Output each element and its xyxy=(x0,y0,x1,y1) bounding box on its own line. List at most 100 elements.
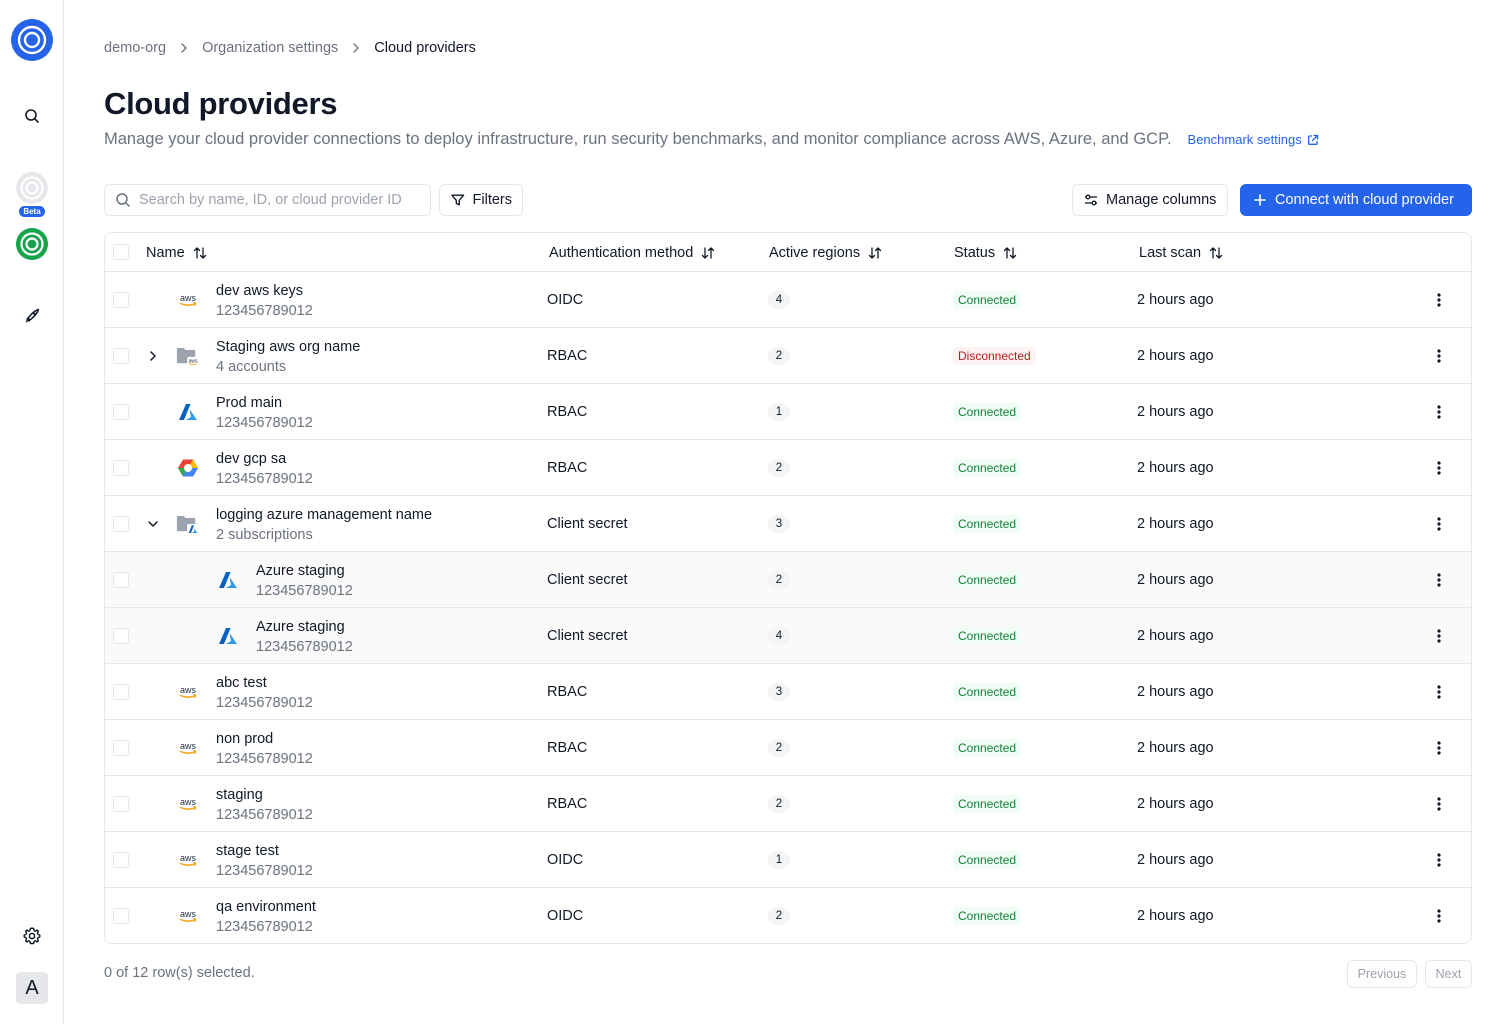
status-badge: Connected xyxy=(953,403,1022,421)
row-name: Prod main xyxy=(216,395,283,411)
external-link-icon xyxy=(1307,134,1318,145)
row-regions-badge: 2 xyxy=(768,795,790,813)
azure-org-icon xyxy=(176,512,200,536)
row-last-scan: 2 hours ago xyxy=(1137,572,1214,588)
column-header-name[interactable]: Name xyxy=(146,233,207,272)
rocket-icon[interactable] xyxy=(12,296,52,336)
search-field[interactable] xyxy=(104,184,431,216)
row-actions-button[interactable] xyxy=(1427,400,1451,424)
table-row[interactable]: Azure staging 123456789012 Client secret… xyxy=(105,552,1471,608)
row-regions-badge: 2 xyxy=(768,571,790,589)
row-last-scan: 2 hours ago xyxy=(1137,404,1214,420)
manage-columns-button[interactable]: Manage columns xyxy=(1072,184,1228,216)
row-name-cell: dev gcp sa 123456789012 xyxy=(216,449,313,489)
table-row[interactable]: Prod main 123456789012 RBAC 1 Connected … xyxy=(105,384,1471,440)
benchmark-settings-link[interactable]: Benchmark settings xyxy=(1188,132,1319,147)
row-actions-button[interactable] xyxy=(1427,848,1451,872)
app-icon[interactable] xyxy=(12,168,52,208)
row-regions-badge: 2 xyxy=(768,347,790,365)
search-input[interactable] xyxy=(139,192,419,208)
row-actions-button[interactable] xyxy=(1427,624,1451,648)
row-actions-button[interactable] xyxy=(1427,792,1451,816)
app-icon[interactable] xyxy=(12,224,52,264)
select-all-checkbox[interactable] xyxy=(113,244,129,260)
connect-cloud-provider-button[interactable]: Connect with cloud provider xyxy=(1240,184,1472,216)
row-auth-method: OIDC xyxy=(547,908,584,924)
row-checkbox[interactable] xyxy=(113,852,129,868)
row-subtitle: 123456789012 xyxy=(256,639,353,655)
row-checkbox[interactable] xyxy=(113,572,129,588)
row-name-cell: qa environment 123456789012 xyxy=(216,897,316,937)
row-checkbox[interactable] xyxy=(113,348,129,364)
row-actions-button[interactable] xyxy=(1427,344,1451,368)
row-subtitle: 123456789012 xyxy=(216,695,313,711)
table-row[interactable]: logging azure management name 2 subscrip… xyxy=(105,496,1471,552)
column-header-status[interactable]: Status xyxy=(954,233,1017,272)
table-row[interactable]: aws stage test 123456789012 OIDC 1 Conne… xyxy=(105,832,1471,888)
table-row[interactable]: aws dev aws keys 123456789012 OIDC 4 Con… xyxy=(105,272,1471,328)
row-actions-button[interactable] xyxy=(1427,736,1451,760)
row-checkbox[interactable] xyxy=(113,908,129,924)
row-name: non prod xyxy=(216,731,274,747)
previous-page-button[interactable]: Previous xyxy=(1347,960,1417,988)
row-checkbox[interactable] xyxy=(113,460,129,476)
table-row[interactable]: aws non prod 123456789012 RBAC 2 Connect… xyxy=(105,720,1471,776)
row-last-scan: 2 hours ago xyxy=(1137,852,1214,868)
chevron-right-icon xyxy=(338,42,374,54)
more-vertical-icon xyxy=(1437,797,1441,811)
more-vertical-icon xyxy=(1437,909,1441,923)
row-actions-button[interactable] xyxy=(1427,456,1451,480)
search-icon[interactable] xyxy=(12,96,52,136)
row-regions-badge: 3 xyxy=(768,515,790,533)
breadcrumb-org-settings[interactable]: Organization settings xyxy=(202,40,338,56)
column-header-auth[interactable]: Authentication method xyxy=(549,233,715,272)
row-auth-method: OIDC xyxy=(547,852,584,868)
aws-icon: aws xyxy=(176,848,200,872)
table-row[interactable]: aws qa environment 123456789012 OIDC 2 C… xyxy=(105,888,1471,943)
next-page-button[interactable]: Next xyxy=(1425,960,1472,988)
aws-icon: aws xyxy=(176,736,200,760)
breadcrumb-org[interactable]: demo-org xyxy=(104,40,166,56)
row-checkbox[interactable] xyxy=(113,796,129,812)
column-header-regions[interactable]: Active regions xyxy=(769,233,882,272)
row-last-scan: 2 hours ago xyxy=(1137,796,1214,812)
column-header-label: Active regions xyxy=(769,244,861,261)
avatar[interactable]: A xyxy=(16,972,48,1004)
row-name: stage test xyxy=(216,843,279,859)
table-row[interactable]: aws staging 123456789012 RBAC 2 Connecte… xyxy=(105,776,1471,832)
row-checkbox[interactable] xyxy=(113,628,129,644)
row-actions-button[interactable] xyxy=(1427,512,1451,536)
table-row[interactable]: aws Staging aws org name 4 accounts RBAC… xyxy=(105,328,1471,384)
row-name: Azure staging xyxy=(256,619,345,635)
row-checkbox[interactable] xyxy=(113,292,129,308)
status-badge: Connected xyxy=(953,683,1022,701)
row-last-scan: 2 hours ago xyxy=(1137,684,1214,700)
more-vertical-icon xyxy=(1437,629,1441,643)
column-header-last-scan[interactable]: Last scan xyxy=(1139,233,1223,272)
table-row[interactable]: aws abc test 123456789012 RBAC 3 Connect… xyxy=(105,664,1471,720)
filters-label: Filters xyxy=(472,192,512,208)
more-vertical-icon xyxy=(1437,741,1441,755)
row-checkbox[interactable] xyxy=(113,740,129,756)
gear-icon[interactable] xyxy=(12,916,52,956)
row-actions-button[interactable] xyxy=(1427,568,1451,592)
more-vertical-icon xyxy=(1437,853,1441,867)
table-row[interactable]: Azure staging 123456789012 Client secret… xyxy=(105,608,1471,664)
row-checkbox[interactable] xyxy=(113,404,129,420)
expand-row-button[interactable] xyxy=(145,346,161,366)
row-actions-button[interactable] xyxy=(1427,288,1451,312)
sort-icon xyxy=(1003,246,1017,259)
column-header-label: Status xyxy=(954,244,996,261)
table-header: Name Authentication method Active region… xyxy=(105,233,1471,272)
row-checkbox[interactable] xyxy=(113,684,129,700)
logo-icon[interactable] xyxy=(11,19,53,61)
status-badge: Connected xyxy=(953,907,1022,925)
row-name: Staging aws org name xyxy=(216,339,361,355)
row-checkbox[interactable] xyxy=(113,516,129,532)
collapse-row-button[interactable] xyxy=(145,514,161,534)
row-actions-button[interactable] xyxy=(1427,904,1451,928)
table-body: aws dev aws keys 123456789012 OIDC 4 Con… xyxy=(105,272,1471,943)
filters-button[interactable]: Filters xyxy=(439,184,523,216)
table-row[interactable]: dev gcp sa 123456789012 RBAC 2 Connected… xyxy=(105,440,1471,496)
row-actions-button[interactable] xyxy=(1427,680,1451,704)
